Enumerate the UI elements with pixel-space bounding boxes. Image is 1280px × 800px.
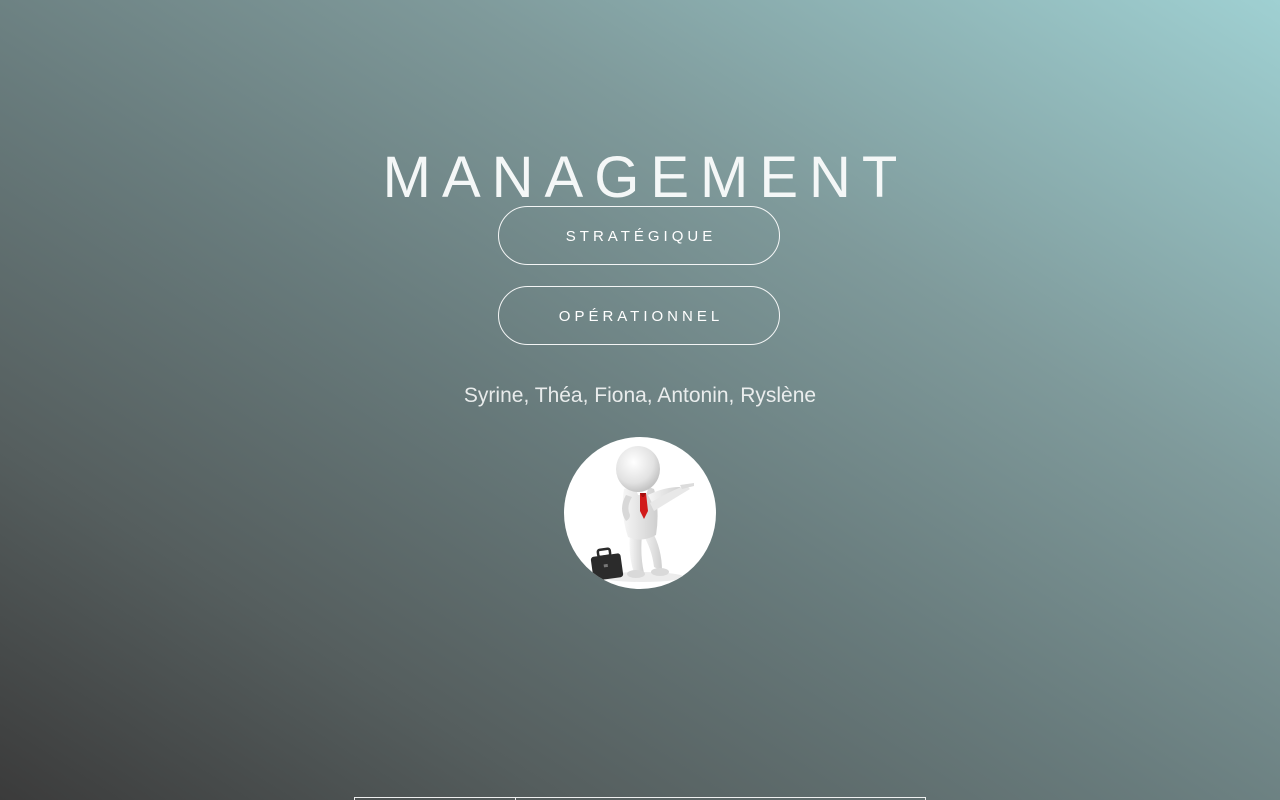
operationnel-button[interactable]: OPÉRATIONNEL [498,286,780,345]
authors-list: Syrine, Théa, Fiona, Antonin, Ryslène [463,384,817,407]
businessman-figure-icon [590,446,694,582]
strategique-button[interactable]: STRATÉGIQUE [498,206,780,265]
avatar [564,437,716,589]
page-title: MANAGEMENT [382,144,909,210]
